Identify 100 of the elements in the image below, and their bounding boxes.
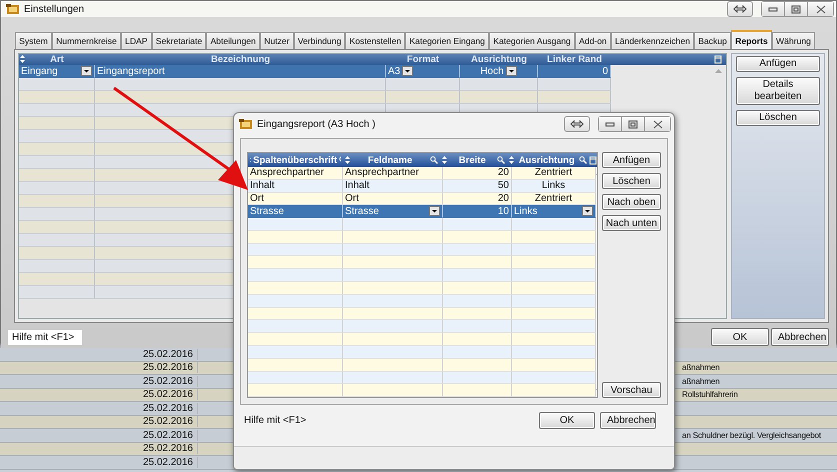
dialog-button[interactable]: OK [711, 328, 769, 346]
column-header[interactable]: Bezeichnung [95, 54, 386, 65]
status-help: Hilfe mit <F1> [243, 414, 306, 426]
column-header[interactable]: Art [19, 54, 95, 65]
tab[interactable]: Währung [772, 32, 816, 49]
column-header[interactable]: Feldname [352, 154, 428, 166]
table-cell: Eingangsreport [97, 66, 165, 76]
table-cell: Ort [345, 192, 359, 204]
close-button[interactable] [807, 1, 834, 17]
table-cell: Hoch [480, 66, 504, 76]
tab[interactable]: Nummernkreise [52, 32, 121, 49]
side-button[interactable]: Löschen [602, 173, 661, 189]
table-cell: 0 [602, 66, 608, 76]
tab[interactable]: Länderkennzeichen [610, 32, 694, 49]
tab[interactable]: Reports [731, 30, 772, 49]
sort-icon [20, 55, 25, 63]
table-cell: Ansprechpartner [345, 167, 419, 178]
side-button[interactable]: Anfügen [736, 56, 820, 72]
column-header[interactable]: Spaltenüberschrift [253, 154, 338, 166]
minimize-button[interactable] [761, 1, 784, 17]
tab[interactable]: Nutzer [260, 32, 294, 49]
date-cell: 25.02.2016 [0, 362, 198, 374]
dialog-button[interactable]: OK [539, 412, 595, 428]
close-icon [816, 4, 826, 14]
text-cell-text: an Schuldner bezügl. Vergleichsangebot [681, 430, 821, 440]
dropdown-icon[interactable] [429, 206, 440, 216]
search-icon[interactable] [430, 156, 438, 164]
sort-icon [442, 156, 448, 164]
column-header[interactable]: Ausrichtung [460, 54, 538, 65]
tab[interactable]: Sekretariate [152, 32, 206, 49]
tab[interactable]: Abteilungen [206, 32, 260, 49]
text-cell-text: aßnahmen [681, 363, 720, 372]
side-button[interactable]: Nach unten [602, 215, 661, 231]
tab[interactable]: Add-on [574, 32, 611, 49]
preview-button[interactable]: Vorschau [602, 382, 661, 398]
table-row[interactable]: Ansprechpartner Ansprechpartner 20 Zentriert [248, 167, 596, 180]
status-help: Hilfe mit <F1> [8, 330, 82, 344]
text-cell-text: aßnahmen [681, 376, 720, 386]
date-cell: 25.02.2016 [0, 456, 198, 468]
search-icon[interactable] [497, 156, 506, 164]
column-header[interactable]: Breite [449, 154, 496, 166]
dropdown-icon[interactable] [402, 66, 414, 76]
column-chooser-icon[interactable] [589, 156, 597, 164]
table-cell: A3 [388, 66, 400, 76]
table-cell: Ort [250, 192, 264, 204]
table-cell: 50 [498, 180, 509, 192]
table-row[interactable]: Eingang Eingangsreport A3 Hoch 0 [19, 65, 611, 78]
maximize-icon [791, 4, 801, 14]
resize-button[interactable] [727, 1, 753, 17]
side-button[interactable]: Anfügen [602, 152, 661, 168]
table-cell: 10 [498, 206, 509, 217]
table-cell: Strasse [345, 206, 379, 217]
table-cell: Inhalt [250, 180, 274, 192]
double-arrow-icon [733, 5, 747, 13]
side-button[interactable]: Nach oben [602, 194, 661, 210]
maximize-icon [628, 120, 638, 128]
table-row[interactable]: Ort Ort 20 Zentriert [248, 192, 596, 206]
dropdown-icon[interactable] [582, 206, 593, 216]
column-header[interactable]: Ausrichtung [516, 154, 577, 166]
tab[interactable]: Verbindung [294, 32, 346, 49]
tab[interactable]: Kategorien Ausgang [489, 32, 575, 49]
close-button[interactable] [644, 116, 671, 132]
window-title: Einstellungen [24, 4, 84, 14]
date-cell: 25.02.2016 [0, 348, 198, 360]
side-button[interactable]: Details bearbeiten [736, 77, 820, 105]
app-icon [6, 3, 20, 15]
date-cell: 25.02.2016 [0, 416, 198, 428]
date-cell: 25.02.2016 [0, 430, 198, 441]
table-cell: 20 [498, 192, 509, 204]
table-row[interactable]: Strasse Strasse 10 Links [248, 205, 596, 218]
tab[interactable]: Kategorien Eingang [405, 32, 490, 49]
app-icon [239, 118, 253, 130]
sort-icon [509, 156, 514, 164]
column-header[interactable]: Format [386, 54, 460, 65]
date-cell: 25.02.2016 [0, 376, 198, 387]
table-row[interactable]: Inhalt Inhalt 50 Links [248, 180, 596, 193]
text-cell-text: Rollstuhlfahrerin [681, 390, 738, 400]
dialog-button[interactable]: Abbrechen [771, 328, 829, 346]
maximize-button[interactable] [621, 116, 644, 132]
dialog-title: Eingangsreport (A3 Hoch ) [257, 118, 376, 130]
tab[interactable]: LDAP [120, 32, 152, 49]
minimize-button[interactable] [598, 116, 621, 132]
minimize-icon [605, 121, 615, 127]
dropdown-icon[interactable] [81, 66, 92, 76]
tab[interactable]: Kostenstellen [345, 32, 406, 49]
resize-button[interactable] [564, 116, 590, 132]
column-header[interactable]: Linker Rand [538, 54, 611, 65]
side-button[interactable]: Löschen [736, 110, 820, 126]
table-cell: Ansprechpartner [250, 167, 324, 178]
dropdown-icon[interactable] [506, 66, 517, 76]
search-icon[interactable] [579, 156, 587, 164]
close-icon [652, 120, 662, 128]
column-chooser-icon[interactable] [714, 55, 722, 64]
tab[interactable]: Backup [694, 32, 732, 49]
double-arrow-icon [570, 120, 584, 128]
maximize-button[interactable] [784, 1, 807, 17]
minimize-icon [768, 6, 778, 12]
dialog-button[interactable]: Abbrechen [600, 412, 656, 428]
date-cell: 25.02.2016 [0, 402, 198, 414]
tab[interactable]: System [15, 32, 52, 49]
